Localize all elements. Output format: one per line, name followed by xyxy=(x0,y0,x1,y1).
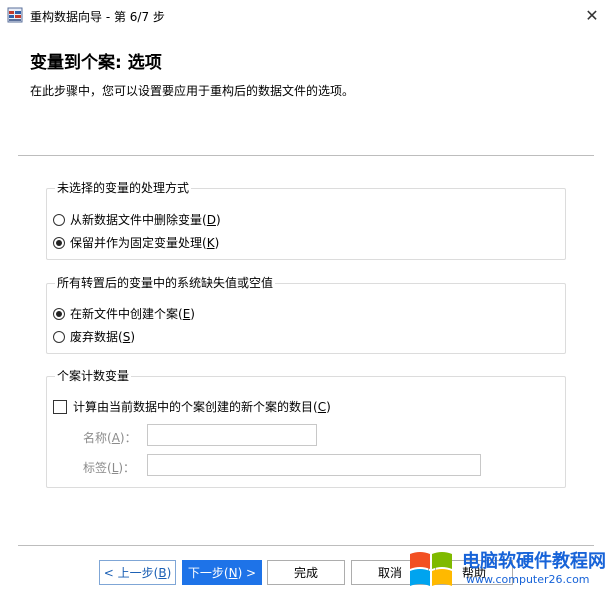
radio-delete-variables[interactable]: 从新数据文件中删除变量(D) xyxy=(53,211,221,228)
tag-field-label: 标签(L)： xyxy=(83,461,136,475)
group-legend: 未选择的变量的处理方式 xyxy=(55,179,192,196)
option-label: 从新数据文件中删除变量(D) xyxy=(70,213,221,227)
watermark: 电脑软硬件教程网 www.computer26.com xyxy=(404,545,610,597)
page-description: 在此步骤中，您可以设置要应用于重构后的数据文件的选项。 xyxy=(30,84,355,98)
finish-button[interactable]: 完成 xyxy=(267,560,345,585)
wizard-header: 变量到个案: 选项 在此步骤中，您可以设置要应用于重构后的数据文件的选项。 xyxy=(0,30,612,110)
next-button[interactable]: 下一步(N) > xyxy=(182,560,262,585)
name-field-label: 名称(A)： xyxy=(83,431,137,445)
radio-keep-fixed[interactable]: 保留并作为固定变量处理(K) xyxy=(53,234,219,251)
option-label: 保留并作为固定变量处理(K) xyxy=(70,236,220,250)
option-label: 在新文件中创建个案(E) xyxy=(70,307,195,321)
group-missing-values: 所有转置后的变量中的系统缺失值或空值 在新文件中创建个案(E) 废弃数据(S) xyxy=(46,274,566,354)
window-title: 重构数据向导 - 第 6/7 步 xyxy=(30,10,165,24)
radio-button[interactable] xyxy=(53,330,65,343)
group-case-count: 个案计数变量 计算由当前数据中的个案创建的新个案的数目(C) 名称(A)： 标签… xyxy=(46,367,566,488)
group-unselected-variables: 未选择的变量的处理方式 从新数据文件中删除变量(D) 保留并作为固定变量处理(K… xyxy=(46,179,566,260)
watermark-title: 电脑软硬件教程网 xyxy=(462,551,606,572)
checkbox[interactable] xyxy=(53,399,67,414)
radio-button[interactable] xyxy=(53,307,65,320)
windows-logo-icon xyxy=(410,552,452,586)
header-divider xyxy=(18,155,594,156)
radio-button[interactable] xyxy=(53,213,65,226)
back-button[interactable]: < 上一步(B) xyxy=(99,560,176,585)
watermark-url: www.computer26.com xyxy=(466,573,590,586)
page-title: 变量到个案: 选项 xyxy=(30,53,162,73)
option-label: 废弃数据(S) xyxy=(70,330,135,344)
radio-discard-data[interactable]: 废弃数据(S) xyxy=(53,328,135,345)
tag-input[interactable] xyxy=(147,454,481,476)
radio-button[interactable] xyxy=(53,236,65,249)
radio-create-case[interactable]: 在新文件中创建个案(E) xyxy=(53,305,195,322)
checkbox-count-cases[interactable]: 计算由当前数据中的个案创建的新个案的数目(C) xyxy=(53,398,331,415)
group-legend: 所有转置后的变量中的系统缺失值或空值 xyxy=(55,274,276,291)
close-icon[interactable]: ✕ xyxy=(580,4,604,26)
checkbox-label: 计算由当前数据中的个案创建的新个案的数目(C) xyxy=(73,400,331,414)
name-input[interactable] xyxy=(147,424,317,446)
app-icon xyxy=(7,7,23,23)
group-legend: 个案计数变量 xyxy=(55,367,132,384)
title-bar: 重构数据向导 - 第 6/7 步 ✕ xyxy=(0,0,612,30)
